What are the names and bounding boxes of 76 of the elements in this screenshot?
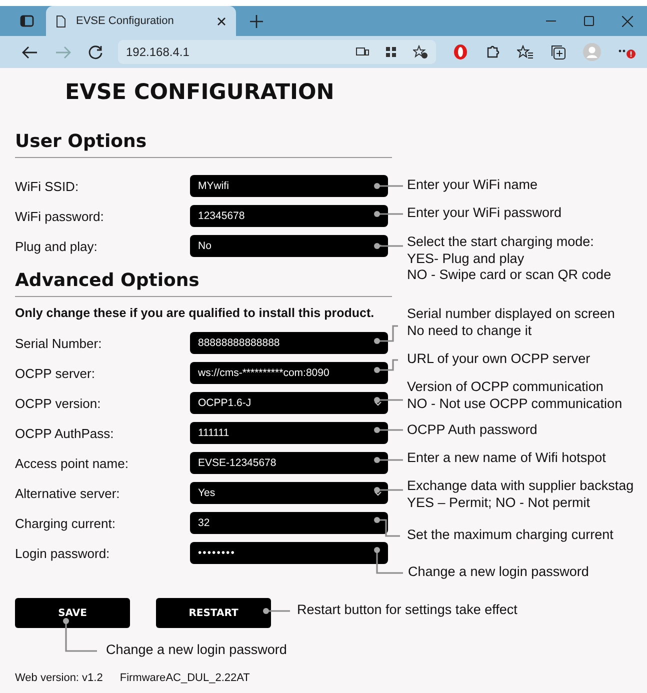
tab-title: EVSE Configuration bbox=[76, 15, 175, 27]
close-icon[interactable] bbox=[217, 16, 226, 26]
annotation-text: Restart button for settings take effect bbox=[297, 602, 518, 618]
collections-icon[interactable] bbox=[551, 44, 566, 60]
maximize-icon[interactable] bbox=[584, 16, 594, 26]
input-field[interactable]: 88888888888888 bbox=[190, 332, 388, 354]
favorite-add-icon[interactable] bbox=[413, 45, 428, 59]
dropdown-field[interactable]: No bbox=[190, 235, 388, 257]
save-button[interactable]: SAVE bbox=[15, 598, 130, 628]
restart-button[interactable]: RESTART bbox=[156, 598, 271, 628]
annotation-text: Exchange data with supplier backstag YES – Permit; NO - Not permit bbox=[407, 478, 634, 511]
firmware-label: Firmware bbox=[120, 672, 166, 684]
annotation-text: Enter your WiFi name bbox=[407, 177, 538, 194]
favorites-icon[interactable] bbox=[517, 45, 534, 59]
leader-line bbox=[374, 427, 403, 433]
warning-text: Only change these if you are qualified to install this product. bbox=[15, 306, 374, 320]
firmware-version-text: AC_DUL_2.22AT bbox=[166, 672, 250, 684]
field-label: OCPP server: bbox=[15, 366, 96, 380]
leader-line bbox=[374, 457, 403, 463]
input-field[interactable]: ws://cms-**********com:8090 bbox=[190, 362, 388, 384]
close-icon[interactable] bbox=[622, 16, 633, 26]
annotation-text: Change a new login password bbox=[408, 564, 589, 580]
field-label: Alternative server: bbox=[15, 486, 121, 500]
annotation-text: Select the start charging mode: YES- Plug and play NO - Swipe card or scan QR code bbox=[407, 234, 612, 284]
annotation-text: Set the maximum charging current bbox=[407, 527, 614, 544]
extension-icon[interactable] bbox=[453, 44, 468, 60]
leader-line bbox=[374, 517, 400, 537]
annotation-text: Version of OCPP communication NO - Not use OCPP communication bbox=[407, 379, 622, 412]
field-label: OCPP version: bbox=[15, 396, 102, 410]
leader-line bbox=[263, 608, 290, 614]
leader-line bbox=[374, 325, 398, 344]
page-title: EVSE CONFIGURATION bbox=[65, 79, 336, 107]
annotation-text: Serial number displayed on screen No need to change it bbox=[407, 306, 615, 339]
input-field[interactable]: EVSE-12345678 bbox=[190, 452, 388, 474]
field-label: Serial Number: bbox=[15, 336, 103, 350]
field-label: Login password: bbox=[15, 546, 111, 560]
section-heading: Advanced Options bbox=[15, 268, 392, 297]
back-icon[interactable] bbox=[22, 46, 38, 58]
browser-tab[interactable]: EVSE Configuration bbox=[46, 6, 236, 36]
leader-line bbox=[374, 211, 403, 217]
annotation-text: OCPP Auth password bbox=[407, 422, 538, 438]
leader-line bbox=[374, 547, 403, 574]
leader-line bbox=[63, 618, 97, 652]
input-field[interactable]: 111111 bbox=[190, 422, 388, 444]
field-label: Charging current: bbox=[15, 516, 116, 530]
field-label: WiFi SSID: bbox=[15, 178, 80, 194]
puzzle-icon[interactable] bbox=[485, 44, 500, 60]
input-field[interactable]: 32 bbox=[190, 512, 388, 534]
dropdown-field[interactable]: OCPP1.6-J bbox=[190, 392, 388, 414]
field-label: WiFi password: bbox=[15, 208, 105, 224]
refresh-icon[interactable] bbox=[88, 44, 103, 60]
leader-line bbox=[374, 397, 403, 403]
device-icon[interactable] bbox=[356, 47, 369, 57]
leader-line bbox=[374, 183, 403, 189]
minimize-icon[interactable] bbox=[546, 20, 556, 22]
input-field[interactable]: MYwifi bbox=[190, 175, 388, 197]
annotation-text: URL of your own OCPP server bbox=[407, 351, 590, 368]
field-label: Access point name: bbox=[15, 456, 130, 470]
grid-icon[interactable] bbox=[385, 46, 397, 58]
annotation-text: Enter your WiFi password bbox=[407, 205, 562, 222]
field-label: OCPP AuthPass: bbox=[15, 426, 115, 440]
leader-line bbox=[374, 243, 403, 249]
annotation-text: Enter a new name of Wifi hotspot bbox=[407, 450, 606, 466]
field-label: Plug and play: bbox=[15, 238, 98, 254]
password-field[interactable]: •••••••• bbox=[190, 542, 388, 564]
tab-actions-icon[interactable] bbox=[20, 15, 34, 27]
dropdown-field[interactable]: Yes bbox=[190, 482, 388, 504]
page-icon bbox=[56, 14, 66, 28]
leader-line bbox=[374, 487, 403, 493]
input-field[interactable]: 12345678 bbox=[190, 205, 388, 227]
new-tab-icon[interactable] bbox=[250, 14, 263, 28]
annotation-text: Change a new login password bbox=[106, 642, 287, 658]
web-version-text: Web version: v1.2 bbox=[15, 672, 103, 684]
address-bar[interactable]: 192.168.4.1 bbox=[118, 40, 436, 64]
leader-line bbox=[374, 359, 398, 373]
section-heading: User Options bbox=[15, 129, 392, 158]
